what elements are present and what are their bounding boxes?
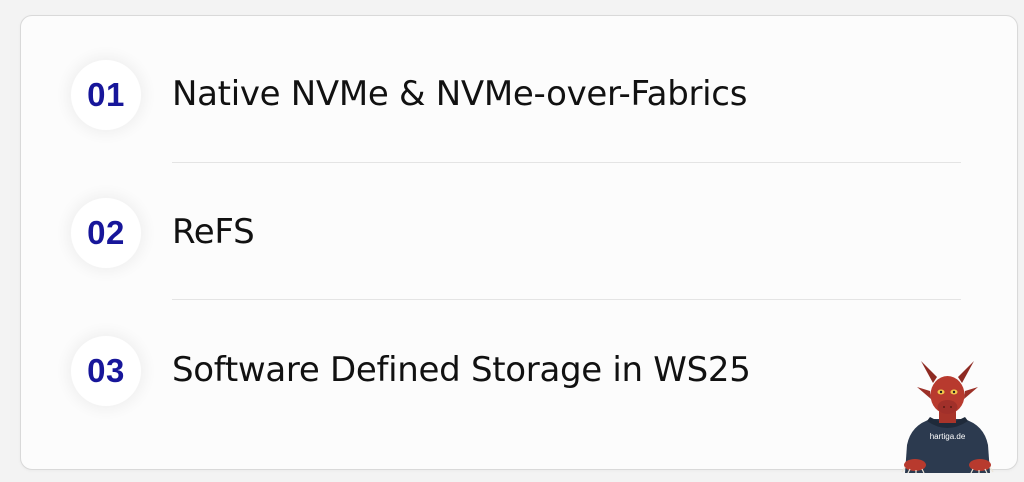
item-label: Software Defined Storage in WS25 [172,350,751,390]
agenda-item-1: 01 Native NVMe & NVMe-over-Fabrics [21,50,1017,140]
item-label: Native NVMe & NVMe-over-Fabrics [172,74,748,114]
number-badge: 03 [71,336,141,406]
agenda-item-3: 03 Software Defined Storage in WS25 [21,326,1017,416]
item-number: 01 [87,76,125,113]
divider [172,299,961,300]
item-number: 03 [87,352,125,389]
agenda-card: 01 Native NVMe & NVMe-over-Fabrics 02 Re… [20,15,1018,470]
divider [172,162,961,163]
item-label: ReFS [172,212,255,252]
agenda-item-2: 02 ReFS [21,188,1017,278]
number-badge: 02 [71,198,141,268]
number-badge: 01 [71,60,141,130]
item-number: 02 [87,214,125,251]
dragon-mascot-icon: hartiga.de [901,361,994,473]
mascot-text: hartiga.de [930,432,966,441]
